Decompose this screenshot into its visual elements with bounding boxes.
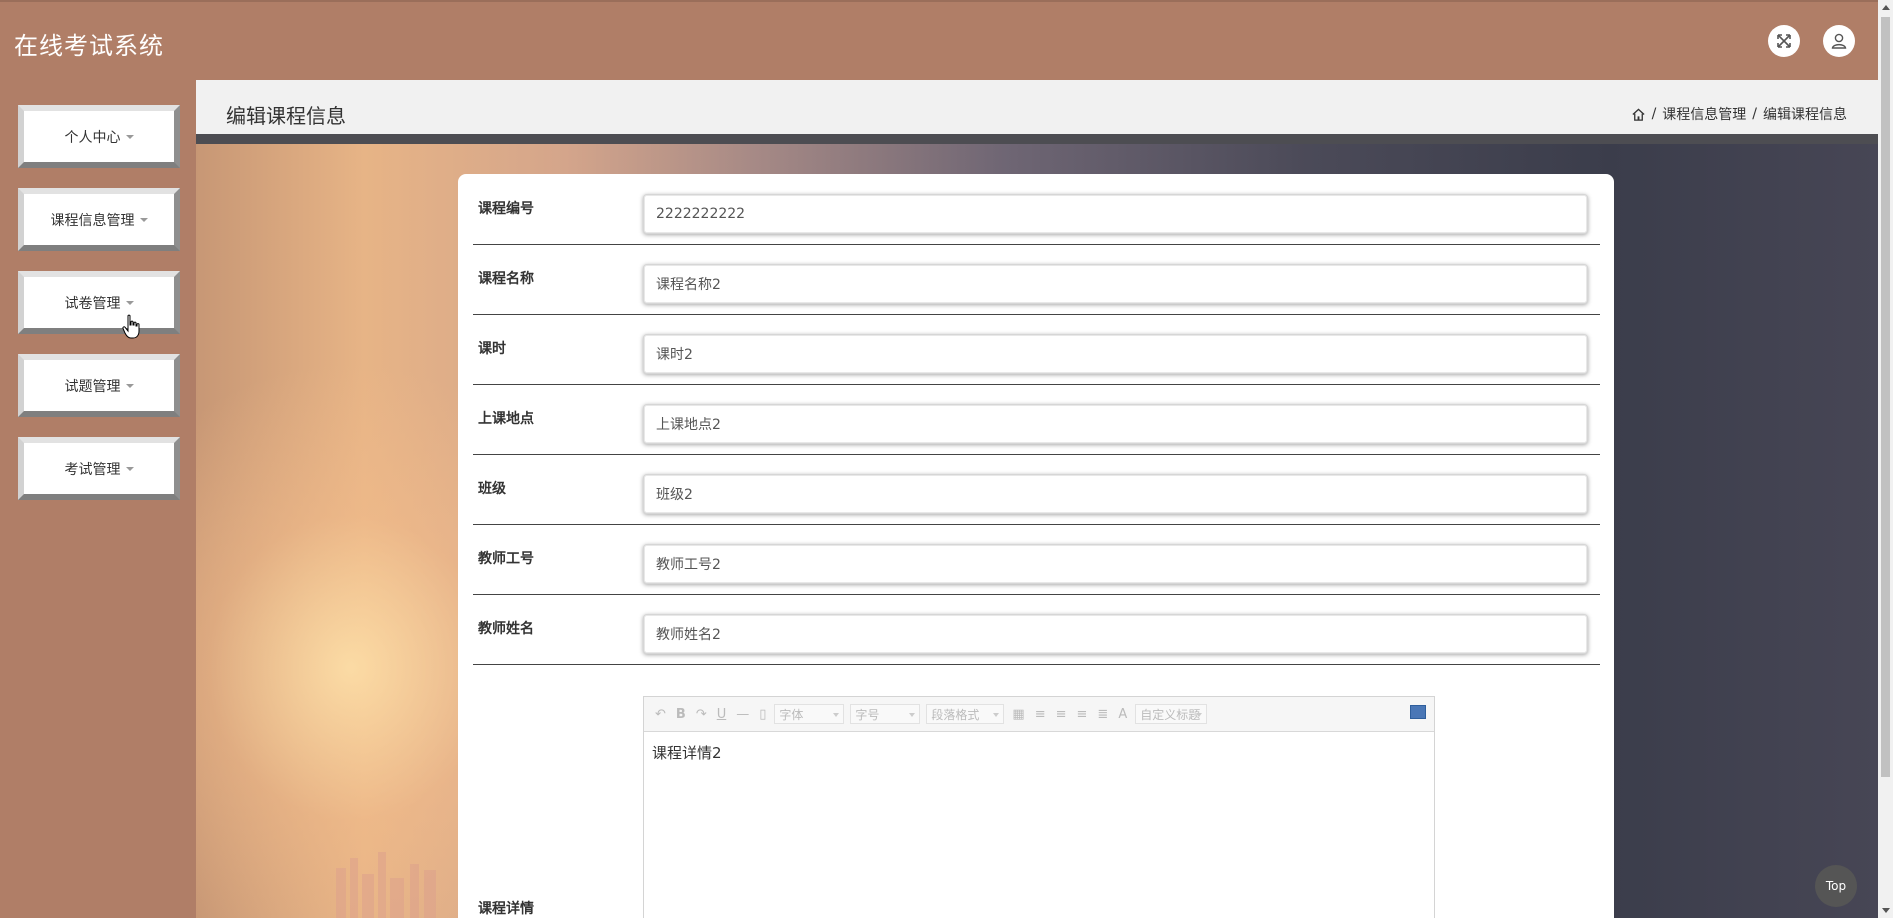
sidebar-item-paper[interactable]: 试卷管理	[18, 271, 180, 334]
user-icon[interactable]	[1823, 25, 1855, 57]
horizontal-rule-button[interactable]: —	[736, 707, 749, 722]
sidebar-item-exam[interactable]: 考试管理	[18, 437, 180, 500]
page-scrollbar[interactable]	[1878, 0, 1893, 918]
underline-button[interactable]: U	[717, 707, 727, 722]
top-bar: 在线考试系统	[0, 0, 1878, 80]
sidebar-item-course-info[interactable]: 课程信息管理	[18, 188, 180, 251]
scrollbar-thumb[interactable]	[1881, 17, 1890, 777]
rich-text-editor: ↶ B ↷ U — ▯ 字体 字号 段落格式 ▦ ≡ ≡ ≡ ≣ A 自定义标题…	[643, 696, 1435, 918]
align-center-icon[interactable]: ≡	[1077, 707, 1088, 722]
breadcrumb: / 课程信息管理 / 编辑课程信息	[1631, 104, 1847, 124]
main-content: 编辑课程信息 / 课程信息管理 / 编辑课程信息 课程编号 课程名称 课时	[196, 80, 1878, 918]
paste-icon[interactable]: ▯	[759, 707, 766, 722]
editor-content[interactable]: 课程详情2	[644, 732, 1434, 773]
course-id-input[interactable]	[643, 194, 1588, 234]
form-row-class-hours: 课时	[473, 314, 1600, 385]
location-input[interactable]	[643, 404, 1588, 444]
teacher-name-label: 教师姓名	[478, 621, 534, 637]
breadcrumb-separator: /	[1651, 106, 1657, 122]
font-color-button[interactable]: A	[1118, 707, 1127, 722]
align-right-icon[interactable]: ≡	[1056, 707, 1067, 722]
undo-icon[interactable]: ↶	[655, 707, 666, 722]
redo-icon[interactable]: ↷	[696, 707, 707, 722]
scroll-down-arrow-icon[interactable]	[1882, 908, 1890, 913]
sidebar-item-personal-center[interactable]: 个人中心	[18, 105, 180, 168]
form-row-location: 上课地点	[473, 384, 1600, 455]
teacher-name-input[interactable]	[643, 614, 1588, 654]
sidebar: 个人中心 课程信息管理 试卷管理 试题管理 考试管理	[0, 80, 196, 918]
bold-button[interactable]: B	[676, 707, 686, 722]
caret-down-icon	[139, 217, 148, 222]
teacher-id-input[interactable]	[643, 544, 1588, 584]
location-label: 上课地点	[478, 411, 534, 427]
course-name-input[interactable]	[643, 264, 1588, 304]
paragraph-format-select[interactable]: 段落格式	[926, 704, 1005, 724]
class-hours-label: 课时	[478, 341, 506, 357]
sidebar-item-label: 试卷管理	[64, 295, 121, 312]
breadcrumb-course-info[interactable]: 课程信息管理	[1662, 104, 1746, 124]
custom-title-select[interactable]: 自定义标题	[1135, 704, 1208, 724]
app-title: 在线考试系统	[14, 32, 164, 60]
class-label: 班级	[478, 481, 506, 497]
breadcrumb-separator: /	[1752, 106, 1757, 122]
course-edit-form: 课程编号 课程名称 课时 上课地点 班级 教师工号 教师姓名 课程详情	[458, 174, 1614, 918]
font-family-select[interactable]: 字体	[774, 704, 845, 724]
back-to-top-button[interactable]: Top	[1815, 865, 1857, 907]
class-hours-input[interactable]	[643, 334, 1588, 374]
editor-toolbar: ↶ B ↷ U — ▯ 字体 字号 段落格式 ▦ ≡ ≡ ≡ ≣ A 自定义标题	[644, 697, 1434, 732]
sidebar-item-label: 个人中心	[64, 129, 121, 146]
course-name-label: 课程名称	[478, 271, 534, 287]
fullscreen-editor-icon[interactable]	[1410, 705, 1426, 719]
hand-cursor-icon	[122, 314, 140, 339]
sidebar-item-label: 课程信息管理	[50, 212, 135, 229]
form-row-course-name: 课程名称	[473, 244, 1600, 315]
sidebar-item-label: 考试管理	[64, 461, 121, 478]
font-size-select[interactable]: 字号	[850, 704, 921, 724]
form-row-class: 班级	[473, 454, 1600, 525]
caret-down-icon	[125, 466, 134, 471]
sidebar-item-label: 试题管理	[64, 378, 121, 395]
sidebar-item-question[interactable]: 试题管理	[18, 354, 180, 417]
form-row-teacher-id: 教师工号	[473, 524, 1600, 595]
caret-down-icon	[125, 134, 134, 139]
caret-down-icon	[125, 383, 134, 388]
scroll-up-arrow-icon[interactable]	[1882, 5, 1890, 10]
caret-down-icon	[125, 300, 134, 305]
class-input[interactable]	[643, 474, 1588, 514]
align-justify-icon[interactable]: ≣	[1097, 707, 1108, 722]
table-icon[interactable]: ▦	[1012, 707, 1024, 722]
fullscreen-icon-glyph	[1777, 34, 1791, 48]
fullscreen-icon[interactable]	[1768, 25, 1800, 57]
course-id-label: 课程编号	[478, 201, 534, 217]
align-left-icon[interactable]: ≡	[1035, 707, 1046, 722]
breadcrumb-edit-course: 编辑课程信息	[1763, 107, 1847, 123]
teacher-id-label: 教师工号	[478, 551, 534, 567]
user-icon-glyph	[1831, 33, 1847, 49]
form-row-teacher-name: 教师姓名	[473, 594, 1600, 665]
page-title: 编辑课程信息	[226, 104, 346, 128]
page-header-bar: 编辑课程信息 / 课程信息管理 / 编辑课程信息	[196, 80, 1878, 144]
home-icon[interactable]	[1631, 107, 1646, 122]
course-detail-label: 课程详情	[478, 901, 534, 917]
form-row-course-id: 课程编号	[473, 174, 1600, 245]
